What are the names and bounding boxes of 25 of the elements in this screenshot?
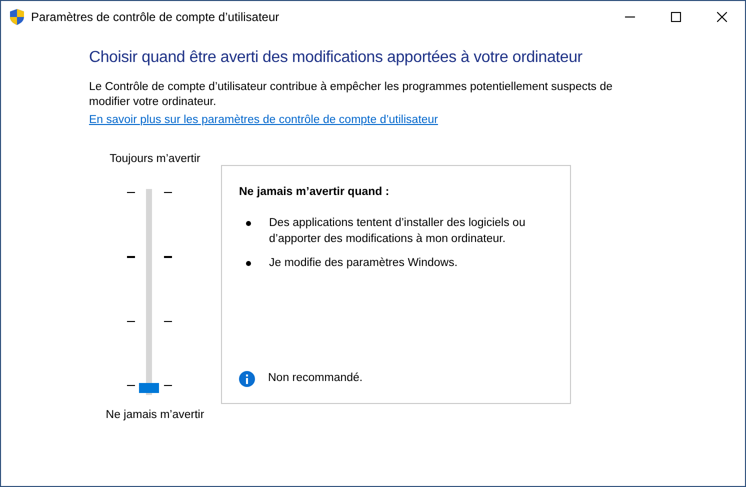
info-panel-title: Ne jamais m’avertir quand : bbox=[239, 185, 390, 200]
shield-icon bbox=[10, 8, 24, 24]
slider-thumb[interactable] bbox=[139, 382, 159, 393]
maximize-icon bbox=[671, 12, 681, 22]
close-icon bbox=[717, 12, 727, 22]
bullet-icon bbox=[246, 260, 251, 266]
bullet-item: Des applications tentent d’installer des logiciels ou d’apporter des modifications à mon ordinateur. bbox=[269, 216, 526, 247]
tick-mark bbox=[164, 320, 172, 322]
tick-mark bbox=[127, 385, 135, 386]
tick-mark bbox=[164, 256, 172, 258]
bullet-icon bbox=[246, 220, 251, 226]
tick-mark bbox=[127, 320, 135, 322]
window-title: Paramètres de contrôle de compte d’utilisateur bbox=[31, 8, 280, 26]
tick-mark bbox=[127, 256, 135, 258]
tick-mark bbox=[164, 192, 172, 193]
note-text: Non recommandé. bbox=[268, 371, 363, 386]
tick-mark bbox=[164, 385, 172, 386]
info-icon bbox=[239, 370, 255, 387]
bullet-item: Je modifie des paramètres Windows. bbox=[269, 256, 458, 271]
slider-bottom-label: Ne jamais m’avertir bbox=[106, 408, 204, 423]
page-heading: Choisir quand être averti des modifications apportées à votre ordinateur bbox=[89, 48, 584, 68]
tick-mark bbox=[127, 192, 135, 193]
description-text: Le Contrôle de compte d’utilisateur contribue à empêcher les programmes potentiellement suspects de modifier votre ordinateur. bbox=[89, 80, 614, 110]
slider-top-label: Toujours m’avertir bbox=[110, 152, 200, 168]
learn-more-link[interactable]: En savoir plus sur les paramètres de contrôle de compte d’utilisateur bbox=[89, 114, 438, 126]
